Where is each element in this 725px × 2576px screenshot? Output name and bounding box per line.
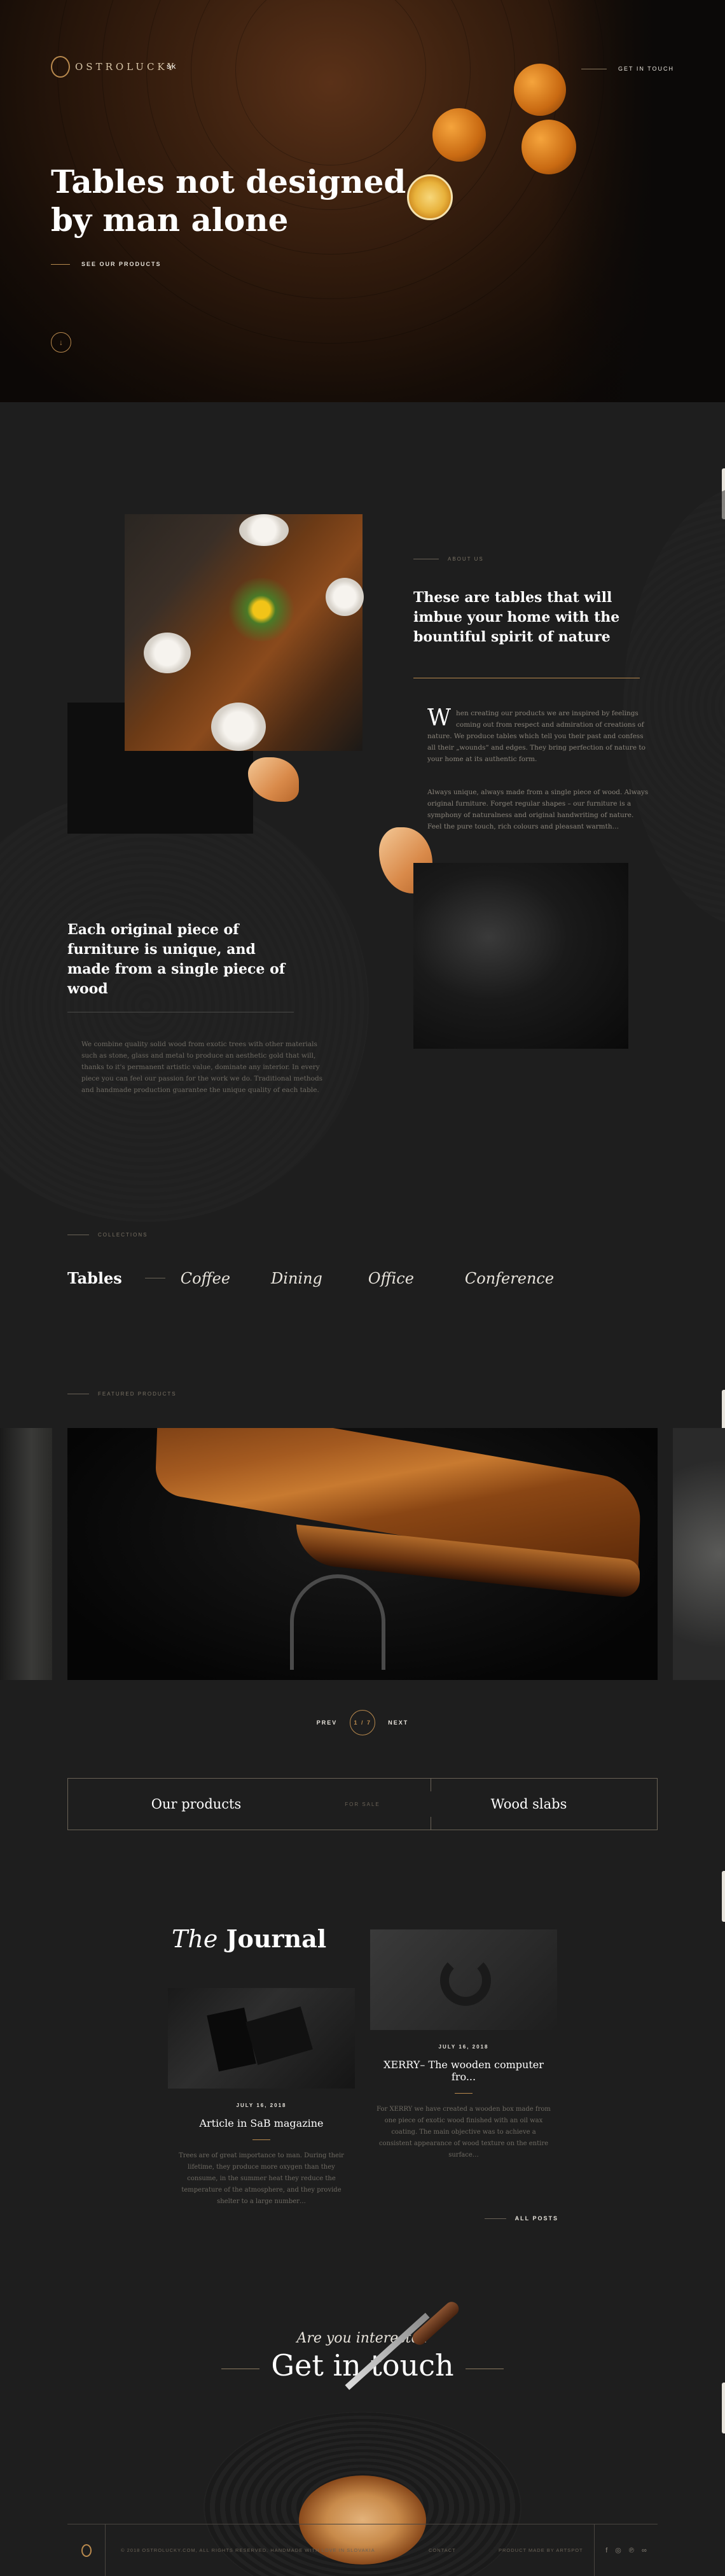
about-paragraph-1: W hen creating our products we are inspi…	[427, 705, 650, 765]
table-photo-image	[125, 514, 364, 751]
divider-line	[252, 2139, 270, 2140]
magazine-image	[207, 2007, 256, 2072]
wood-slabs-link[interactable]: Wood slabs	[401, 1796, 657, 1812]
collections-nav: Tables Coffee Dining Office Conference	[67, 1269, 554, 1287]
prev-button[interactable]: PREV	[317, 1719, 338, 1726]
smoke-photo-image	[413, 863, 628, 1049]
contact-link[interactable]: CONTACT	[429, 2547, 499, 2553]
orange-image	[521, 120, 576, 174]
see-products-link[interactable]: SEE OUR PRODUCTS	[51, 261, 162, 267]
about-eyebrow: ABOUT US	[413, 556, 484, 562]
post-title[interactable]: XERRY– The wooden computer fro...	[370, 2059, 557, 2083]
flowers-image	[226, 578, 296, 641]
journal-title: The Journal	[172, 1924, 326, 1953]
unique-paragraph: We combine quality solid wood from exoti…	[81, 1040, 323, 1094]
products-links-box: Our products FOR SALE Wood slabs	[67, 1778, 658, 1830]
featured-product-image[interactable]	[67, 1428, 658, 1680]
divider-line	[51, 263, 70, 265]
hero-shadow	[547, 0, 725, 402]
wood-stump-background	[0, 789, 369, 1222]
post-excerpt: Trees are of great importance to man. Du…	[179, 2152, 344, 2205]
logo-mark-icon	[51, 56, 70, 78]
footer: © 2018 OSTROLUCKY.COM, ALL RIGHTS RESERV…	[67, 2524, 658, 2576]
page: OSTROLUCKY SK GET IN TOUCH Tables not de…	[0, 0, 725, 2576]
next-slide-preview-image[interactable]	[673, 1428, 725, 1680]
credit-link[interactable]: PRODUCT MADE BY ARTSPOT	[499, 2547, 594, 2553]
journal-title-italic: The	[172, 1925, 218, 1953]
unique-heading: Each original piece of furniture is uniq…	[67, 921, 286, 997]
hero-title-line1: Tables not designed	[51, 163, 406, 200]
hero-title-line2: by man alone	[51, 201, 289, 239]
post-date: JULY 16, 2018	[236, 2103, 287, 2108]
divider-line	[484, 2218, 506, 2219]
social-links: f ◎ ℗ ∞	[594, 2524, 658, 2576]
collections-eyebrow-label: COLLECTIONS	[98, 1232, 148, 1238]
table-leg-image	[290, 1574, 385, 1670]
magazine-image	[245, 2006, 313, 2066]
see-products-label: SEE OUR PRODUCTS	[81, 261, 162, 267]
scroll-indicator	[722, 2383, 725, 2433]
for-sale-label: FOR SALE	[345, 1801, 380, 1807]
all-posts-label: ALL POSTS	[514, 2215, 558, 2222]
footer-logo[interactable]	[67, 2524, 106, 2576]
post-excerpt: For XERRY we have created a wooden box m…	[376, 2106, 551, 2159]
collections-eyebrow: COLLECTIONS	[67, 1232, 148, 1238]
plate-image	[239, 514, 289, 546]
cta-subtitle: Are you interested	[296, 2330, 429, 2346]
journal-post-card[interactable]: JULY 16, 2018 XERRY– The wooden computer…	[370, 1929, 557, 2161]
get-in-touch-link[interactable]: GET IN TOUCH	[581, 66, 674, 72]
slider-pager: PREV 1 / 7 NEXT	[0, 1710, 725, 1735]
collection-tab-tables[interactable]: Tables	[67, 1269, 122, 1287]
prev-slide-preview-image[interactable]	[0, 1428, 52, 1680]
scroll-indicator	[722, 1871, 725, 1922]
journal-post-image	[168, 1988, 355, 2089]
instagram-icon[interactable]: ◎	[615, 2546, 621, 2554]
featured-eyebrow-label: FEATURED PRODUCTS	[98, 1391, 177, 1397]
plate-image	[211, 703, 266, 751]
lemon-slice-image	[407, 174, 453, 220]
post-title[interactable]: Article in SaB magazine	[168, 2117, 355, 2129]
collection-tab-dining[interactable]: Dining	[271, 1270, 322, 1287]
all-posts-link[interactable]: ALL POSTS	[484, 2215, 558, 2222]
post-date: JULY 16, 2018	[438, 2044, 489, 2050]
journal-title-bold: Journal	[226, 1924, 327, 1953]
divider-line	[455, 2093, 473, 2094]
about-paragraph-1-text: hen creating our products we are inspire…	[427, 710, 646, 763]
collection-tab-coffee[interactable]: Coffee	[181, 1270, 230, 1287]
dropcap: W	[427, 705, 452, 731]
plate-image	[326, 578, 364, 616]
arrow-down-icon[interactable]: ↓	[51, 332, 71, 353]
get-in-touch-label: GET IN TOUCH	[618, 66, 674, 72]
about-eyebrow-label: ABOUT US	[448, 556, 484, 562]
language-switch[interactable]: SK	[167, 64, 177, 70]
about-paragraph-2: Always unique, always made from a single…	[427, 788, 649, 830]
hero-title: Tables not designed by man alone	[51, 163, 407, 239]
about-heading: These are tables that will imbue your ho…	[413, 589, 620, 645]
journal-post-card[interactable]: JULY 16, 2018 Article in SaB magazine Tr…	[168, 1988, 355, 2208]
facebook-icon[interactable]: f	[605, 2547, 607, 2554]
pinterest-icon[interactable]: ℗	[629, 2547, 634, 2554]
plate-image	[144, 633, 191, 673]
orange-image	[432, 108, 486, 162]
collection-tab-office[interactable]: Office	[368, 1270, 414, 1287]
journal-post-image	[370, 1929, 557, 2030]
copyright-text: © 2018 OSTROLUCKY.COM, ALL RIGHTS RESERV…	[121, 2547, 375, 2553]
orange-image	[514, 64, 566, 116]
next-button[interactable]: NEXT	[388, 1719, 408, 1726]
logo[interactable]: OSTROLUCKY	[51, 56, 177, 78]
collection-tab-conference[interactable]: Conference	[465, 1270, 554, 1287]
logo-mark-icon	[81, 2544, 92, 2557]
our-products-link[interactable]: Our products	[68, 1796, 324, 1812]
slide-counter: 1 / 7	[350, 1710, 376, 1735]
hero-section: OSTROLUCKY SK GET IN TOUCH Tables not de…	[0, 0, 725, 402]
wood-stump-background	[623, 484, 725, 929]
xerry-logo-icon	[440, 1955, 491, 2006]
link-icon[interactable]: ∞	[642, 2547, 647, 2554]
logo-text: OSTROLUCKY	[75, 61, 177, 73]
featured-eyebrow: FEATURED PRODUCTS	[67, 1391, 177, 1397]
wood-chip-image	[248, 757, 299, 802]
